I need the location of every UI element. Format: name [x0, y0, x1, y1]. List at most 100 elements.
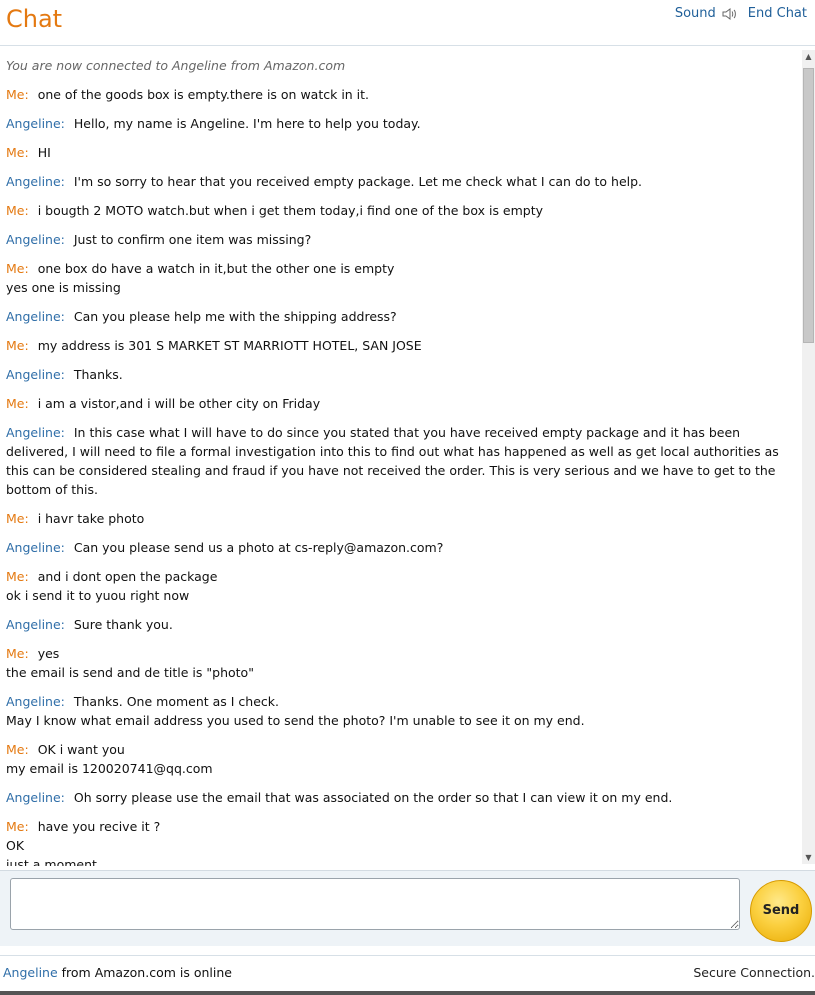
message-continuation: my email is 120020741@qq.com — [6, 761, 213, 776]
message-line: Me: my address is 301 S MARKET ST MARRIOT… — [6, 336, 796, 355]
message-text: i bougth 2 MOTO watch.but when i get the… — [37, 203, 544, 218]
send-button[interactable]: Send — [750, 880, 812, 942]
agent-online-status: Angeline from Amazon.com is online — [3, 965, 232, 980]
message-continuation: just a moment — [6, 857, 97, 866]
chat-message: Angeline: Can you please send us a photo … — [6, 538, 796, 557]
header-controls: Sound End Chat — [675, 6, 807, 21]
scroll-up-arrow-icon[interactable]: ▲ — [802, 50, 815, 63]
message-line: Angeline: Sure thank you. — [6, 615, 796, 634]
message-line: Me: have you recive it ? — [6, 817, 796, 836]
message-sender: Me: — [6, 87, 29, 102]
chat-message: Angeline: I'm so sorry to hear that you r… — [6, 172, 796, 191]
chat-message: Angeline: Sure thank you. — [6, 615, 796, 634]
message-text: Thanks. — [73, 367, 123, 382]
message-sender: Angeline: — [6, 790, 65, 805]
message-sender: Angeline: — [6, 309, 65, 324]
message-text: In this case what I will have to do sinc… — [6, 425, 779, 497]
message-sender: Me: — [6, 203, 29, 218]
message-text: Can you please send us a photo at cs-rep… — [73, 540, 444, 555]
message-continuation: the email is send and de title is "photo… — [6, 665, 254, 680]
message-text: Sure thank you. — [73, 617, 173, 632]
message-sender: Me: — [6, 261, 29, 276]
message-line: Me: yes — [6, 644, 796, 663]
message-sender: Angeline: — [6, 617, 65, 632]
message-input[interactable] — [10, 878, 740, 930]
message-sender: Me: — [6, 819, 29, 834]
message-line: Me: i havr take photo — [6, 509, 796, 528]
scroll-down-arrow-icon[interactable]: ▼ — [802, 851, 815, 864]
scrollbar-thumb[interactable] — [803, 68, 814, 343]
message-text: yes — [37, 646, 60, 661]
message-sender: Angeline: — [6, 174, 65, 189]
message-line: Me: HI — [6, 143, 796, 162]
chat-message: Me: i bougth 2 MOTO watch.but when i get … — [6, 201, 796, 220]
message-compose-area: Send — [0, 870, 815, 946]
message-sender: Angeline: — [6, 232, 65, 247]
secure-connection-label: Secure Connection. — [693, 965, 815, 980]
message-line: Angeline: I'm so sorry to hear that you r… — [6, 172, 796, 191]
message-text: OK i want you — [37, 742, 125, 757]
message-sender: Angeline: — [6, 694, 65, 709]
end-chat-link[interactable]: End Chat — [748, 6, 807, 21]
message-text: i am a vistor,and i will be other city o… — [37, 396, 321, 411]
message-line: Me: i am a vistor,and i will be other cit… — [6, 394, 796, 413]
message-text: i havr take photo — [37, 511, 145, 526]
message-text: one of the goods box is empty.there is o… — [37, 87, 370, 102]
message-sender: Angeline: — [6, 116, 65, 131]
message-line: Angeline: Can you please send us a photo … — [6, 538, 796, 557]
message-line: Me: and i dont open the package — [6, 567, 796, 586]
message-text: HI — [37, 145, 51, 160]
message-line: Me: i bougth 2 MOTO watch.but when i get … — [6, 201, 796, 220]
message-text: Can you please help me with the shipping… — [73, 309, 397, 324]
message-text: one box do have a watch in it,but the ot… — [37, 261, 395, 276]
message-sender: Angeline: — [6, 425, 65, 440]
message-line: Angeline: Just to confirm one item was mi… — [6, 230, 796, 249]
message-continuation: ok i send it to yuou right now — [6, 588, 190, 603]
chat-message: Angeline: Can you please help me with the… — [6, 307, 796, 326]
message-continuation: yes one is missing — [6, 280, 121, 295]
chat-message: Angeline: Just to confirm one item was mi… — [6, 230, 796, 249]
chat-message: Me: OK i want you my email is 120020741@qq… — [6, 740, 796, 778]
message-line: Angeline: Hello, my name is Angeline. I'm… — [6, 114, 796, 133]
message-line: Me: one box do have a watch in it,but the… — [6, 259, 796, 278]
speaker-icon[interactable] — [722, 7, 738, 21]
message-text: Oh sorry please use the email that was a… — [73, 790, 673, 805]
message-sender: Angeline: — [6, 540, 65, 555]
chat-message: Me: one of the goods box is empty.there i… — [6, 85, 796, 104]
message-continuation: OK — [6, 838, 25, 853]
message-text: I'm so sorry to hear that you received e… — [73, 174, 643, 189]
chat-message: Angeline: Thanks. One moment as I check. M… — [6, 692, 796, 730]
message-sender: Angeline: — [6, 367, 65, 382]
chat-message: Me: one box do have a watch in it,but the… — [6, 259, 796, 297]
chat-footer: Angeline from Amazon.com is online Secur… — [0, 955, 815, 991]
message-sender: Me: — [6, 569, 29, 584]
chat-message: Me: HI — [6, 143, 796, 162]
chat-message: Me: yes the email is send and de title is … — [6, 644, 796, 682]
message-line: Angeline: Oh sorry please use the email t… — [6, 788, 796, 807]
message-sender: Me: — [6, 396, 29, 411]
chat-message: Me: i havr take photo — [6, 509, 796, 528]
chat-message: Me: have you recive it ? OK just a moment — [6, 817, 796, 866]
message-line: Angeline: Thanks. — [6, 365, 796, 384]
chat-message: Me: my address is 301 S MARKET ST MARRIOT… — [6, 336, 796, 355]
message-sender: Me: — [6, 338, 29, 353]
message-text: have you recive it ? — [37, 819, 161, 834]
message-sender: Me: — [6, 742, 29, 757]
chat-message: Angeline: Thanks. — [6, 365, 796, 384]
chat-message: Angeline: Hello, my name is Angeline. I'm… — [6, 114, 796, 133]
online-text: from Amazon.com is online — [57, 965, 232, 980]
chat-message: Me: i am a vistor,and i will be other cit… — [6, 394, 796, 413]
message-line: Me: OK i want you — [6, 740, 796, 759]
message-text: Thanks. One moment as I check. — [73, 694, 280, 709]
transcript-scrollbar[interactable]: ▲ ▼ — [802, 50, 815, 864]
chat-header: Chat Sound End Chat — [0, 0, 815, 46]
message-text: and i dont open the package — [37, 569, 218, 584]
chat-transcript: You are now connected to Angeline from A… — [0, 48, 815, 866]
message-line: Angeline: In this case what I will have t… — [6, 423, 796, 499]
message-line: Angeline: Can you please help me with the… — [6, 307, 796, 326]
message-text: my address is 301 S MARKET ST MARRIOTT H… — [37, 338, 422, 353]
sound-link[interactable]: Sound — [675, 6, 716, 21]
chat-message: Angeline: Oh sorry please use the email t… — [6, 788, 796, 807]
message-list: Me: one of the goods box is empty.there i… — [6, 85, 796, 866]
chat-title: Chat — [6, 5, 63, 33]
